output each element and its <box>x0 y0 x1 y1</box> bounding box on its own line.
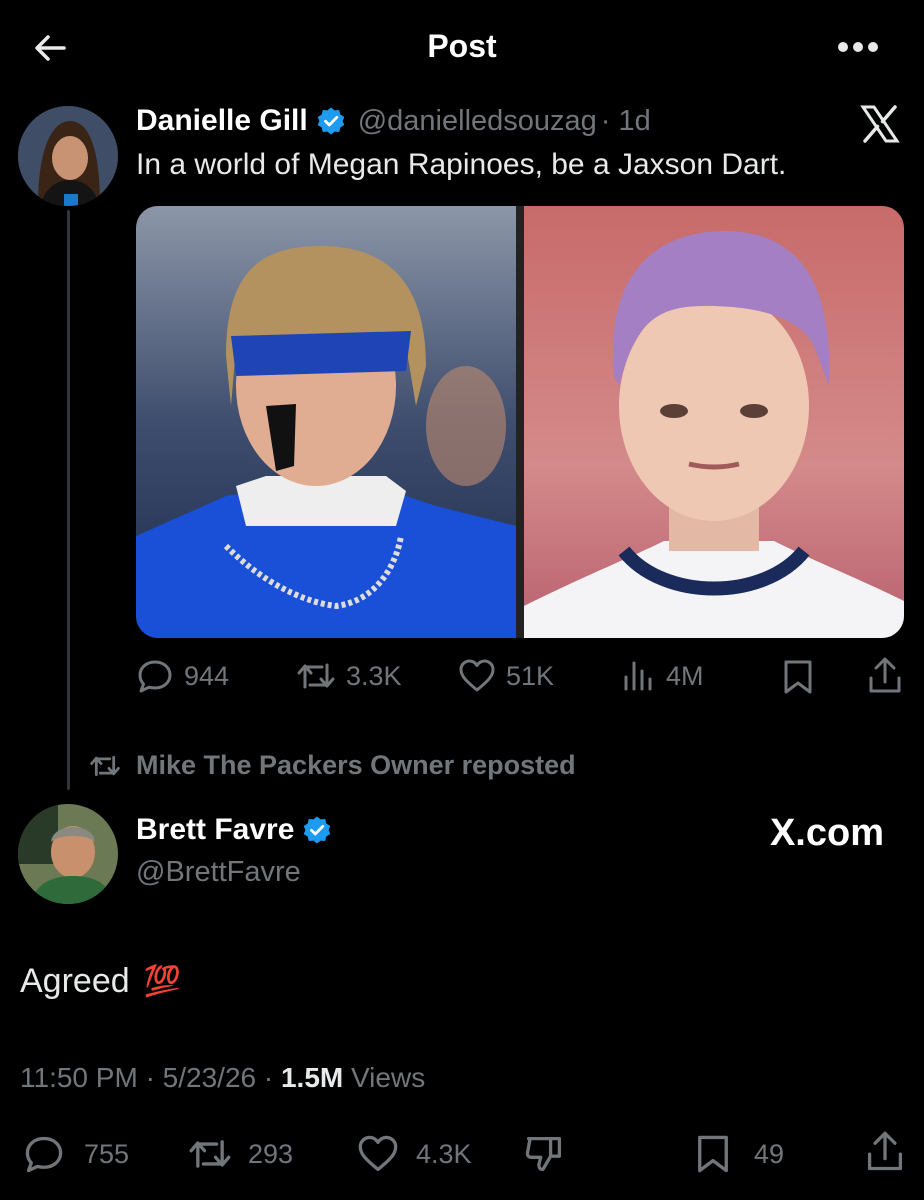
repost-notice[interactable]: Mike The Packers Owner reposted <box>88 750 576 781</box>
downvote-icon[interactable] <box>522 1132 566 1176</box>
repost-count: 293 <box>248 1138 294 1169</box>
share-icon[interactable] <box>864 1130 906 1174</box>
views-button[interactable]: 4M <box>622 657 704 695</box>
post-text: In a world of Megan Rapinoes, be a Jaxso… <box>136 148 787 181</box>
post-text: Agreed <box>20 962 130 1000</box>
author-name[interactable]: Danielle Gill <box>136 104 308 138</box>
author-name[interactable]: Brett Favre <box>136 813 294 847</box>
repost-count: 3.3K <box>346 660 402 691</box>
repost-button[interactable]: 293 <box>186 1133 293 1175</box>
heart-icon <box>458 657 496 695</box>
media-photo-right[interactable] <box>524 206 904 638</box>
x-logo-icon <box>860 104 900 144</box>
repost-icon <box>186 1133 234 1175</box>
repost-notice-text: Mike The Packers Owner reposted <box>136 750 576 780</box>
more-options-icon[interactable] <box>836 40 880 54</box>
views-label: Views <box>351 1062 426 1093</box>
reply-button[interactable]: 944 <box>136 657 229 695</box>
reply-icon <box>136 657 174 695</box>
like-button[interactable]: 4.3K <box>356 1133 472 1175</box>
bookmark-count: 49 <box>754 1138 785 1169</box>
post-media[interactable] <box>136 206 904 638</box>
heart-icon <box>356 1133 400 1175</box>
post-text-row: Agreed 💯 <box>20 962 181 1001</box>
views-chart-icon <box>622 657 656 695</box>
xcom-watermark: X.com <box>769 812 884 854</box>
like-count: 51K <box>506 660 555 691</box>
reply-icon <box>22 1133 66 1175</box>
hundred-points-emoji: 💯 <box>143 965 181 998</box>
repost-icon <box>88 751 122 781</box>
like-count: 4.3K <box>416 1138 472 1169</box>
media-photo-left[interactable] <box>136 206 516 638</box>
verified-badge-icon <box>302 815 332 845</box>
repost-icon <box>296 657 336 695</box>
post-time[interactable]: · 1d <box>601 105 651 138</box>
thread-connector-line <box>67 210 70 790</box>
views-count: 1.5M <box>280 1062 344 1093</box>
bookmark-icon[interactable] <box>782 658 814 696</box>
post-timestamp[interactable]: 11:50 PM · 5/23/26 · 1.5M Views <box>20 1062 425 1094</box>
avatar[interactable] <box>18 804 118 904</box>
author-handle[interactable]: @danielledsouzag <box>358 105 597 138</box>
bookmark-icon <box>694 1133 732 1175</box>
views-count: 4M <box>666 660 704 691</box>
reply-count: 755 <box>84 1138 130 1169</box>
reply-button[interactable]: 755 <box>22 1133 129 1175</box>
avatar[interactable] <box>18 106 118 206</box>
reply-count: 944 <box>184 660 230 691</box>
verified-badge-icon <box>316 106 346 136</box>
share-icon[interactable] <box>866 656 904 696</box>
post-time: 11:50 PM <box>20 1062 138 1093</box>
like-button[interactable]: 51K <box>458 657 554 695</box>
repost-button[interactable]: 3.3K <box>296 657 402 695</box>
post-date: 5/23/26 <box>162 1062 257 1093</box>
page-title: Post <box>427 28 497 64</box>
author-handle[interactable]: @BrettFavre <box>136 856 301 889</box>
bookmark-button[interactable]: 49 <box>694 1133 784 1175</box>
